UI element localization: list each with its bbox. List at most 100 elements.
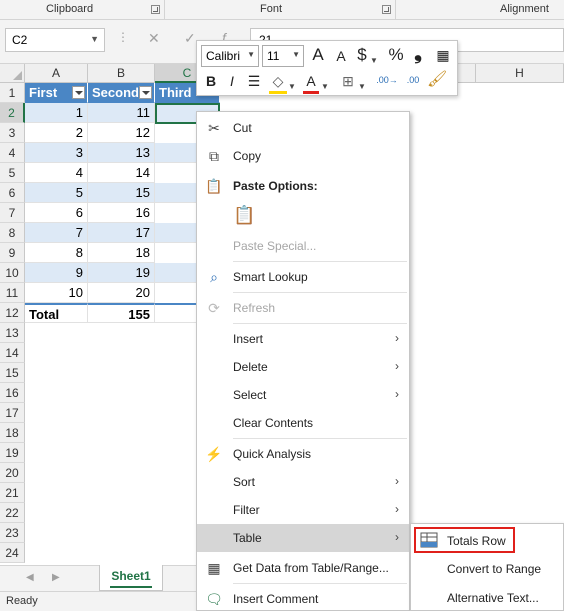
name-box[interactable]: C2 ▼ <box>5 28 105 52</box>
tab-scroll-left-icon[interactable]: ◀ <box>26 572 34 583</box>
chevron-down-icon[interactable]: ▼ <box>292 50 300 59</box>
row-header[interactable]: 7 <box>0 203 25 223</box>
menu-item-sort[interactable]: Sort › <box>197 468 409 496</box>
row-header[interactable]: 3 <box>0 123 25 143</box>
font-name-box[interactable]: Calibri ▼ <box>201 45 259 67</box>
table-cell[interactable]: 1 <box>25 103 88 123</box>
row-header[interactable]: 10 <box>0 263 25 283</box>
column-header-b[interactable]: B <box>88 64 155 83</box>
table-header-second[interactable]: Second <box>88 83 155 103</box>
italic-button[interactable]: I <box>225 71 239 91</box>
table-cell[interactable]: 14 <box>88 163 155 183</box>
menu-item-paste-special[interactable]: Paste Special... <box>197 232 409 260</box>
row-header[interactable]: 23 <box>0 523 25 543</box>
table-cell[interactable]: 20 <box>88 283 155 303</box>
table-cell[interactable]: 8 <box>25 243 88 263</box>
filter-dropdown-icon[interactable] <box>72 86 85 99</box>
column-header-a[interactable]: A <box>25 64 88 83</box>
row-header[interactable]: 1 <box>0 83 25 103</box>
row-header[interactable]: 8 <box>0 223 25 243</box>
table-cell[interactable]: 17 <box>88 223 155 243</box>
table-cell[interactable]: 6 <box>25 203 88 223</box>
percent-style-button[interactable]: % <box>387 45 405 65</box>
table-cell[interactable]: 18 <box>88 243 155 263</box>
row-header[interactable]: 14 <box>0 343 25 363</box>
font-launcher-icon[interactable] <box>382 5 391 14</box>
shrink-font-button[interactable]: A <box>333 46 349 66</box>
menu-item-refresh[interactable]: ⟳ Refresh <box>197 294 409 322</box>
table-cell[interactable]: 16 <box>88 203 155 223</box>
enter-icon[interactable]: ✓ <box>184 30 196 47</box>
accounting-format-button[interactable]: $ <box>355 45 369 65</box>
row-header[interactable]: 11 <box>0 283 25 303</box>
center-align-icon[interactable]: ☰ <box>245 71 263 91</box>
menu-item-insert-comment[interactable]: 🗨 Insert Comment <box>197 585 409 611</box>
column-header-h[interactable]: H <box>476 64 564 83</box>
total-value-cell[interactable]: 155 <box>88 303 155 323</box>
format-painter-small-icon[interactable]: ▦ <box>433 45 453 65</box>
chevron-down-icon[interactable]: ▼ <box>90 34 99 44</box>
row-header[interactable]: 15 <box>0 363 25 383</box>
row-header[interactable]: 2 <box>0 103 25 123</box>
table-header-first[interactable]: First <box>25 83 88 103</box>
row-header[interactable]: 22 <box>0 503 25 523</box>
menu-item-select[interactable]: Select › <box>197 381 409 409</box>
menu-item-get-data[interactable]: ▦ Get Data from Table/Range... <box>197 554 409 582</box>
menu-item-insert[interactable]: Insert › <box>197 325 409 353</box>
table-cell[interactable]: 13 <box>88 143 155 163</box>
row-header[interactable]: 17 <box>0 403 25 423</box>
row-header[interactable]: 21 <box>0 483 25 503</box>
table-cell[interactable]: 7 <box>25 223 88 243</box>
cancel-icon[interactable]: ✕ <box>148 30 160 47</box>
sheet-tab-sheet1[interactable]: Sheet1 <box>99 565 163 591</box>
chevron-down-icon[interactable]: ▼ <box>288 77 296 97</box>
chevron-down-icon[interactable]: ▼ <box>358 77 366 97</box>
row-header[interactable]: 4 <box>0 143 25 163</box>
decrease-decimal-button[interactable]: .00 <box>403 73 423 87</box>
row-header[interactable]: 16 <box>0 383 25 403</box>
menu-item-smart-lookup[interactable]: ⌕ Smart Lookup <box>197 263 409 291</box>
table-cell[interactable]: 12 <box>88 123 155 143</box>
menu-item-clear-contents[interactable]: Clear Contents <box>197 409 409 437</box>
table-cell[interactable]: 3 <box>25 143 88 163</box>
tab-scroll-right-icon[interactable]: ▶ <box>52 572 60 583</box>
select-all-corner[interactable] <box>0 64 25 83</box>
fill-color-icon[interactable]: ◇ <box>269 71 287 94</box>
row-header[interactable]: 12 <box>0 303 25 323</box>
row-header[interactable]: 9 <box>0 243 25 263</box>
table-cell[interactable]: 2 <box>25 123 88 143</box>
increase-decimal-button[interactable]: .00→ <box>373 73 401 87</box>
menu-item-filter[interactable]: Filter › <box>197 496 409 524</box>
row-header[interactable]: 19 <box>0 443 25 463</box>
borders-icon[interactable]: ⊞ <box>339 71 357 91</box>
table-cell[interactable]: 5 <box>25 183 88 203</box>
table-cell[interactable]: 19 <box>88 263 155 283</box>
format-painter-icon[interactable]: 🖌 <box>427 70 447 90</box>
font-size-box[interactable]: 11 ▼ <box>262 45 304 67</box>
chevron-down-icon[interactable]: ▼ <box>247 50 255 59</box>
menu-item-copy[interactable]: ⧉ Copy <box>197 142 409 170</box>
row-header[interactable]: 20 <box>0 463 25 483</box>
table-cell[interactable]: 9 <box>25 263 88 283</box>
bold-button[interactable]: B <box>203 71 219 91</box>
submenu-item-alternative-text[interactable]: Alternative Text... <box>411 583 563 611</box>
comma-style-button[interactable]: ❟ <box>411 43 425 63</box>
chevron-down-icon[interactable]: ▼ <box>321 77 329 97</box>
table-cell[interactable]: 11 <box>88 103 155 123</box>
clipboard-launcher-icon[interactable] <box>151 5 160 14</box>
table-cell[interactable]: 4 <box>25 163 88 183</box>
font-color-button[interactable]: A <box>303 71 319 94</box>
table-cell[interactable]: 15 <box>88 183 155 203</box>
menu-item-delete[interactable]: Delete › <box>197 353 409 381</box>
submenu-item-totals-row[interactable]: Totals Row <box>414 527 515 553</box>
row-header[interactable]: 6 <box>0 183 25 203</box>
filter-dropdown-icon[interactable] <box>139 86 152 99</box>
row-header[interactable]: 24 <box>0 543 25 563</box>
submenu-item-convert-to-range[interactable]: Convert to Range <box>411 554 563 583</box>
row-header[interactable]: 5 <box>0 163 25 183</box>
menu-item-cut[interactable]: ✂ Cut <box>197 114 409 142</box>
row-header[interactable]: 13 <box>0 323 25 343</box>
menu-item-table[interactable]: Table › <box>197 524 409 552</box>
chevron-down-icon[interactable]: ▼ <box>370 51 378 71</box>
table-cell[interactable]: 10 <box>25 283 88 303</box>
